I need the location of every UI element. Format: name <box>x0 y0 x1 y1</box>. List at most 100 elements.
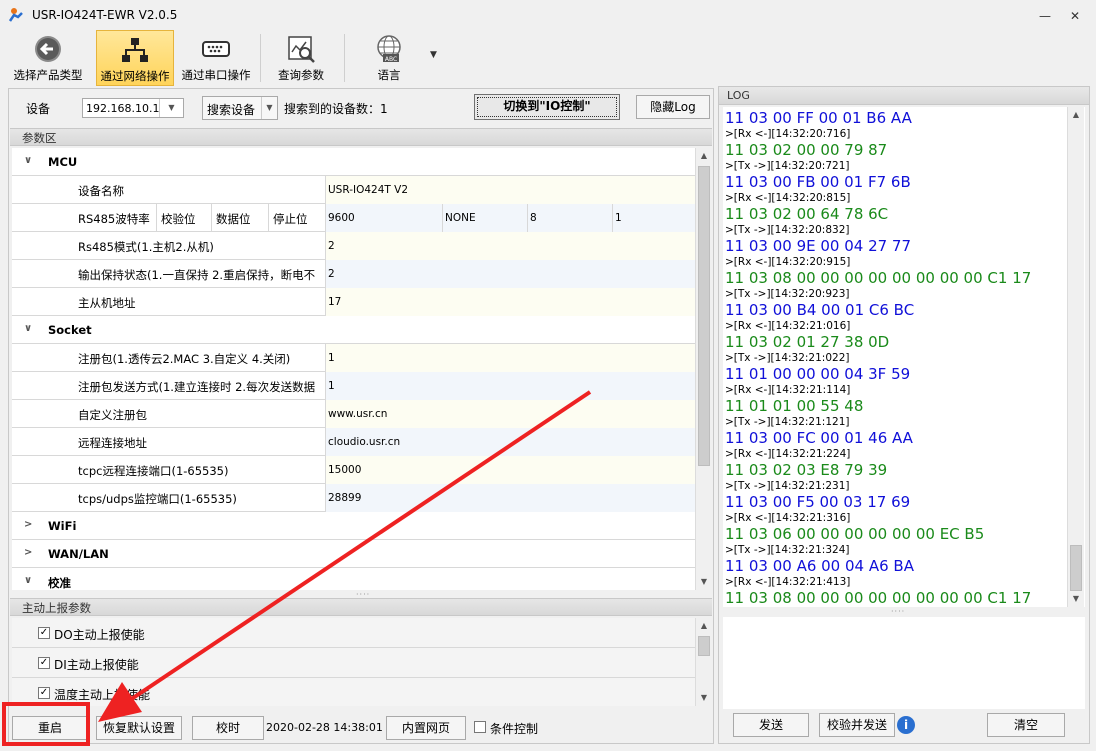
param-value[interactable]: cloudio.usr.cn <box>325 428 696 456</box>
param-row[interactable]: 输出保持状态(1.一直保持 2.重启保持，断电不 2 <box>12 260 696 288</box>
log-rx-line: 11 03 02 00 64 78 6C <box>725 205 889 223</box>
param-value[interactable]: 28899 <box>325 484 696 512</box>
scroll-thumb[interactable] <box>1070 545 1082 591</box>
scroll-up-icon[interactable]: ▲ <box>1068 107 1084 123</box>
report-item[interactable]: ✓ DI主动上报使能 <box>12 648 696 678</box>
chevron-down-icon[interactable]: ∨ <box>24 155 32 166</box>
toolbar-label: 查询参数 <box>278 68 324 82</box>
params-scrollbar[interactable]: ▲ ▼ <box>695 148 712 590</box>
report-item[interactable]: ✓ DO主动上报使能 <box>12 618 696 648</box>
param-row[interactable]: 注册包(1.透传云2.MAC 3.自定义 4.关闭) 1 <box>12 344 696 372</box>
title-bar: USR-IO424T-EWR V2.0.5 — ✕ <box>0 0 1096 30</box>
param-value[interactable]: 2 <box>325 232 696 260</box>
param-row[interactable]: Rs485模式(1.主机2.从机) 2 <box>12 232 696 260</box>
log-rx-line: 11 03 02 00 00 79 87 <box>725 141 888 159</box>
report-item-label: DO主动上报使能 <box>54 628 145 642</box>
category-row-mcu[interactable]: ∨ MCU <box>12 148 696 176</box>
chevron-down-icon[interactable]: ∨ <box>24 323 32 334</box>
scroll-down-icon[interactable]: ▼ <box>696 574 712 590</box>
param-row[interactable]: tcpc远程连接端口(1-65535) 15000 <box>12 456 696 484</box>
log-tx-line: 11 03 00 FB 00 01 F7 6B <box>725 173 911 191</box>
language-button[interactable]: ABC 语言 <box>354 30 424 86</box>
param-row[interactable]: 设备名称 USR-IO424T V2 <box>12 176 696 204</box>
switch-io-control-button[interactable]: 切换到"IO控制" <box>474 94 620 120</box>
param-row-rs485[interactable]: RS485波特率 校验位 数据位 停止位 9600 NONE 8 1 <box>12 204 696 232</box>
back-arrow-icon <box>35 36 61 62</box>
builtin-web-button[interactable]: 内置网页 <box>386 716 466 740</box>
condition-control-checkbox[interactable] <box>474 721 486 733</box>
rs485-val[interactable]: 9600 <box>325 204 443 232</box>
log-tx-line: 11 03 00 F5 00 03 17 69 <box>725 493 911 511</box>
param-value[interactable]: 17 <box>325 288 696 316</box>
log-output[interactable]: 11 03 00 FF 00 01 B6 AA >[Rx <-][14:32:20… <box>723 107 1085 607</box>
param-name: 自定义注册包 <box>78 408 147 422</box>
checkbox-checked-icon[interactable]: ✓ <box>38 657 50 669</box>
annotation-highlight-box <box>2 702 90 746</box>
chevron-right-icon[interactable]: > <box>24 547 32 558</box>
restore-defaults-button[interactable]: 恢复默认设置 <box>96 716 182 740</box>
param-name: tcpc远程连接端口(1-65535) <box>78 464 229 478</box>
language-dropdown-icon[interactable]: ▼ <box>430 50 437 60</box>
param-row[interactable]: 远程连接地址 cloudio.usr.cn <box>12 428 696 456</box>
serial-port-icon <box>202 41 230 57</box>
serial-operation-button[interactable]: 通过串口操作 <box>176 30 256 86</box>
param-value[interactable]: USR-IO424T V2 <box>325 176 696 204</box>
param-name: 注册包(1.透传云2.MAC 3.自定义 4.关闭) <box>78 352 291 366</box>
param-value[interactable]: 1 <box>325 344 696 372</box>
scroll-down-icon[interactable]: ▼ <box>696 690 712 706</box>
info-icon[interactable]: i <box>897 716 915 734</box>
scroll-down-icon[interactable]: ▼ <box>1068 591 1084 607</box>
close-button[interactable]: ✕ <box>1064 6 1086 26</box>
report-item[interactable]: ✓ 温度主动上报使能 <box>12 678 696 706</box>
network-operation-button[interactable]: 通过网络操作 <box>96 30 174 86</box>
report-header: 主动上报参数 <box>10 598 712 616</box>
scroll-up-icon[interactable]: ▲ <box>696 618 712 634</box>
param-value[interactable]: 2 <box>325 260 696 288</box>
param-value[interactable]: www.usr.cn <box>325 400 696 428</box>
log-tx-line: 11 03 00 9E 00 04 27 77 <box>725 237 912 255</box>
checkbox-checked-icon[interactable]: ✓ <box>38 687 50 699</box>
report-scrollbar[interactable]: ▲ ▼ <box>695 618 712 706</box>
scroll-up-icon[interactable]: ▲ <box>696 148 712 164</box>
param-row[interactable]: tcps/udps监控端口(1-65535) 28899 <box>12 484 696 512</box>
category-row-check[interactable]: ∨ 校准 <box>12 568 696 590</box>
checkbox-checked-icon[interactable]: ✓ <box>38 627 50 639</box>
device-ip-value: 192.168.10.1 <box>86 102 160 115</box>
log-tx-line: 11 03 00 A6 00 04 A6 BA <box>725 557 914 575</box>
log-rx-line: 11 03 08 00 00 00 00 00 00 00 00 C1 17 <box>725 589 1032 607</box>
log-scrollbar[interactable]: ▲ ▼ <box>1067 107 1084 607</box>
hide-log-button[interactable]: 隐藏Log <box>636 95 710 119</box>
rs485-val[interactable]: 8 <box>527 204 613 232</box>
select-product-type-button[interactable]: 选择产品类型 <box>8 30 88 86</box>
globe-abc-icon: ABC <box>377 35 401 63</box>
param-value[interactable]: 1 <box>325 372 696 400</box>
category-row-wifi[interactable]: > WiFi <box>12 512 696 540</box>
query-params-button[interactable]: 查询参数 <box>266 30 336 86</box>
send-button[interactable]: 发送 <box>733 713 809 737</box>
rs485-col: 停止位 <box>268 204 326 232</box>
device-ip-select[interactable]: 192.168.10.1 ▼ <box>82 98 184 118</box>
rs485-val[interactable]: NONE <box>442 204 528 232</box>
sync-time-button[interactable]: 校时 <box>192 716 264 740</box>
send-input[interactable] <box>723 617 1085 709</box>
param-value[interactable]: 15000 <box>325 456 696 484</box>
chevron-down-icon[interactable]: ▼ <box>261 97 277 119</box>
window-title: USR-IO424T-EWR V2.0.5 <box>32 8 178 22</box>
param-row[interactable]: 自定义注册包 www.usr.cn <box>12 400 696 428</box>
category-row-socket[interactable]: ∨ Socket <box>12 316 696 344</box>
clear-button[interactable]: 清空 <box>987 713 1065 737</box>
scroll-thumb[interactable] <box>698 636 710 656</box>
param-row[interactable]: 主从机地址 17 <box>12 288 696 316</box>
chevron-down-icon[interactable]: ▼ <box>159 99 183 117</box>
category-row-wanlan[interactable]: > WAN/LAN <box>12 540 696 568</box>
search-device-button[interactable]: 搜索设备 ▼ <box>202 96 278 120</box>
chevron-right-icon[interactable]: > <box>24 519 32 530</box>
splitter-handle[interactable]: ···· <box>891 607 905 616</box>
chevron-down-icon[interactable]: ∨ <box>24 575 32 586</box>
verify-send-button[interactable]: 校验并发送 <box>819 713 895 737</box>
minimize-button[interactable]: — <box>1034 6 1056 26</box>
log-timestamp-line: >[Rx <-][14:32:20:716] <box>725 128 851 140</box>
param-row[interactable]: 注册包发送方式(1.建立连接时 2.每次发送数据 1 <box>12 372 696 400</box>
scroll-thumb[interactable] <box>698 166 710 466</box>
rs485-val[interactable]: 1 <box>612 204 696 232</box>
